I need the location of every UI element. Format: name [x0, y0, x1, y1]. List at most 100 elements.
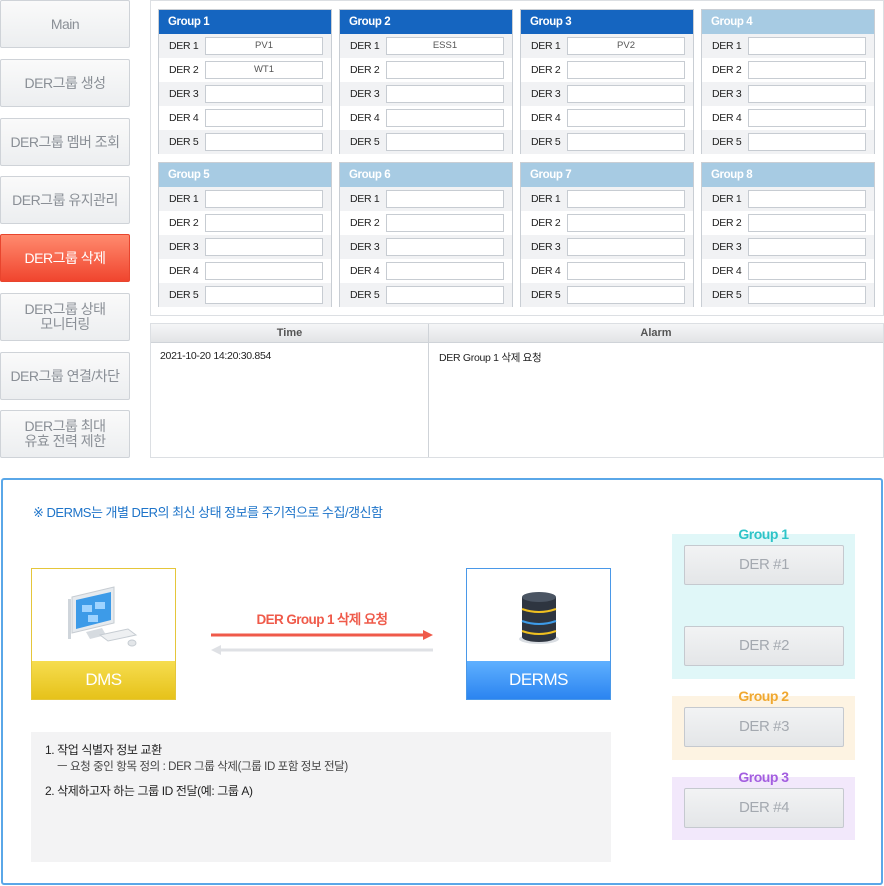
der-row: DER 4 [159, 259, 331, 283]
sidebar-item-der-group-delete[interactable]: DER그룹 삭제 [0, 234, 130, 282]
der-field[interactable] [748, 109, 866, 127]
der-field[interactable] [205, 286, 323, 304]
alarm-table-header: Time Alarm [151, 324, 883, 343]
der-label: DER 4 [169, 112, 199, 124]
group-box-title: Group 3 [738, 769, 789, 785]
alarm-message-cell: DER Group 1 삭제 요청 [439, 352, 542, 364]
der-field[interactable]: PV1 [205, 37, 323, 55]
group-card-3: Group 3 DER 1 PV2 DER 2 DER 3 DER 4 DER 5 [520, 9, 694, 154]
der-row: DER 4 [159, 106, 331, 130]
der-field[interactable] [567, 85, 685, 103]
der-field[interactable] [567, 262, 685, 280]
info-item-1: 1. 작업 식별자 정보 교환 [45, 743, 162, 757]
der-row: DER 2 [340, 211, 512, 235]
der-field[interactable] [205, 109, 323, 127]
sidebar-item-der-group-connect-disconnect[interactable]: DER그룹 연결/차단 [0, 352, 130, 400]
der-field[interactable] [205, 133, 323, 151]
diagram-note: ※ DERMS는 개별 DER의 최신 상태 정보를 주기적으로 수집/갱신함 [33, 505, 383, 520]
der-label: DER 5 [169, 136, 199, 148]
der-label: DER 2 [531, 217, 561, 229]
der-field[interactable] [386, 214, 504, 232]
der-label: DER 5 [531, 289, 561, 301]
der-label: DER 1 [712, 40, 742, 52]
sidebar-item-der-group-member-view[interactable]: DER그룹 멤버 조회 [0, 118, 130, 166]
der-field[interactable] [386, 190, 504, 208]
der-node: DER #3 [684, 707, 844, 747]
der-field[interactable] [748, 286, 866, 304]
der-field[interactable] [567, 133, 685, 151]
der-row: DER 4 [521, 106, 693, 130]
der-field[interactable] [567, 109, 685, 127]
der-field[interactable] [567, 61, 685, 79]
der-field[interactable] [748, 37, 866, 55]
der-label: DER 3 [169, 88, 199, 100]
der-field[interactable] [748, 133, 866, 151]
sidebar-item-der-group-status-monitoring[interactable]: DER그룹 상태 모니터링 [0, 293, 130, 341]
der-row: DER 1 [340, 187, 512, 211]
der-field[interactable]: PV2 [567, 37, 685, 55]
table-row[interactable]: 2021-10-20 14:20:30.854 DER Group 1 삭제 요… [151, 343, 883, 457]
der-field[interactable]: WT1 [205, 61, 323, 79]
der-field[interactable] [205, 262, 323, 280]
der-field[interactable] [386, 286, 504, 304]
der-field[interactable] [567, 190, 685, 208]
group-header[interactable]: Group 3 [521, 10, 693, 34]
derms-label: DERMS [467, 661, 610, 699]
der-label: DER 4 [531, 265, 561, 277]
der-label: DER 2 [350, 64, 380, 76]
der-label: DER 4 [531, 112, 561, 124]
group-header[interactable]: Group 5 [159, 163, 331, 187]
der-field[interactable] [748, 85, 866, 103]
der-label: DER 2 [350, 217, 380, 229]
der-field[interactable] [386, 61, 504, 79]
der-label: DER 5 [531, 136, 561, 148]
der-field[interactable] [567, 214, 685, 232]
der-field[interactable] [386, 109, 504, 127]
der-row: DER 3 [340, 235, 512, 259]
group-header[interactable]: Group 6 [340, 163, 512, 187]
der-row: DER 3 [340, 82, 512, 106]
der-field[interactable] [748, 262, 866, 280]
group-header[interactable]: Group 8 [702, 163, 874, 187]
der-field[interactable] [567, 286, 685, 304]
der-label: DER 1 [531, 193, 561, 205]
der-row: DER 5 [159, 130, 331, 154]
der-field[interactable] [205, 85, 323, 103]
group-header[interactable]: Group 4 [702, 10, 874, 34]
der-field[interactable] [386, 85, 504, 103]
der-row: DER 2 [340, 58, 512, 82]
alarm-column-header[interactable]: Alarm [429, 324, 883, 342]
group-header[interactable]: Group 2 [340, 10, 512, 34]
group-header[interactable]: Group 7 [521, 163, 693, 187]
sidebar-item-main[interactable]: Main [0, 0, 130, 48]
der-field[interactable]: ESS1 [386, 37, 504, 55]
der-field[interactable] [748, 61, 866, 79]
group-header[interactable]: Group 1 [159, 10, 331, 34]
der-field[interactable] [386, 133, 504, 151]
der-row: DER 4 [340, 259, 512, 283]
der-field[interactable] [205, 190, 323, 208]
info-item-2: 2. 삭제하고자 하는 그룹 ID 전달(예: 그룹 A) [45, 784, 253, 798]
der-node: DER #4 [684, 788, 844, 828]
sidebar-item-der-group-maintenance[interactable]: DER그룹 유지관리 [0, 176, 130, 224]
derms-node: DERMS [466, 568, 611, 700]
time-column-header[interactable]: Time [151, 324, 429, 342]
der-field[interactable] [748, 238, 866, 256]
der-node: DER #1 [684, 545, 844, 585]
der-field[interactable] [748, 190, 866, 208]
group-card-4: Group 4 DER 1 DER 2 DER 3 DER 4 DER 5 [701, 9, 875, 154]
der-field[interactable] [386, 238, 504, 256]
sidebar-item-der-group-create[interactable]: DER그룹 생성 [0, 59, 130, 107]
der-field[interactable] [567, 238, 685, 256]
der-label: DER 2 [531, 64, 561, 76]
der-field[interactable] [205, 238, 323, 256]
der-field[interactable] [386, 262, 504, 280]
der-row: DER 5 [521, 283, 693, 307]
der-field[interactable] [205, 214, 323, 232]
der-row: DER 5 [521, 130, 693, 154]
der-field[interactable] [748, 214, 866, 232]
der-row: DER 5 [340, 283, 512, 307]
sidebar-item-der-group-max-power-limit[interactable]: DER그룹 최대 유효 전력 제한 [0, 410, 130, 458]
der-row: DER 4 [702, 106, 874, 130]
der-label: DER 5 [350, 136, 380, 148]
